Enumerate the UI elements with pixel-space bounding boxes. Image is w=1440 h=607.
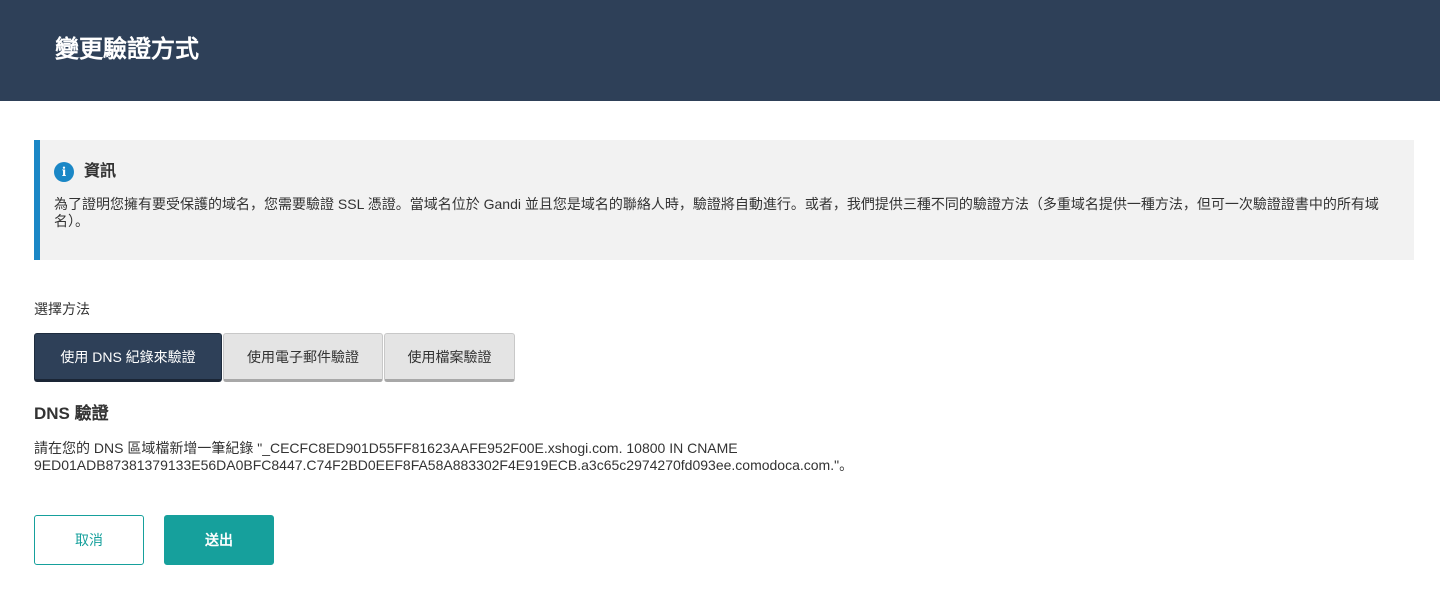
- info-title: 資訊: [84, 163, 117, 180]
- page-header: 變更驗證方式: [0, 0, 1440, 101]
- tab-file-validation[interactable]: 使用檔案驗證: [384, 333, 515, 382]
- dns-instructions: 請在您的 DNS 區域檔新增一筆紀錄 "_CECFC8ED901D55FF816…: [34, 440, 1134, 474]
- info-panel: i 資訊 為了證明您擁有要受保護的域名，您需要驗證 SSL 憑證。當域名位於 G…: [34, 140, 1414, 260]
- submit-button[interactable]: 送出: [164, 515, 274, 565]
- method-label: 選擇方法: [34, 301, 90, 317]
- cancel-button[interactable]: 取消: [34, 515, 144, 565]
- page-title: 變更驗證方式: [55, 36, 199, 63]
- tab-dns-validation[interactable]: 使用 DNS 紀錄來驗證: [34, 333, 222, 382]
- dns-instructions-line-1: 請在您的 DNS 區域檔新增一筆紀錄 "_CECFC8ED901D55FF816…: [34, 440, 738, 456]
- info-icon: i: [54, 162, 74, 182]
- dns-section-title: DNS 驗證: [34, 404, 109, 423]
- tab-email-validation[interactable]: 使用電子郵件驗證: [223, 333, 383, 382]
- dns-instructions-line-2: 9ED01ADB87381379133E56DA0BFC8447.C74F2BD…: [34, 457, 854, 473]
- info-text: 為了證明您擁有要受保護的域名，您需要驗證 SSL 憑證。當域名位於 Gandi …: [54, 196, 1379, 229]
